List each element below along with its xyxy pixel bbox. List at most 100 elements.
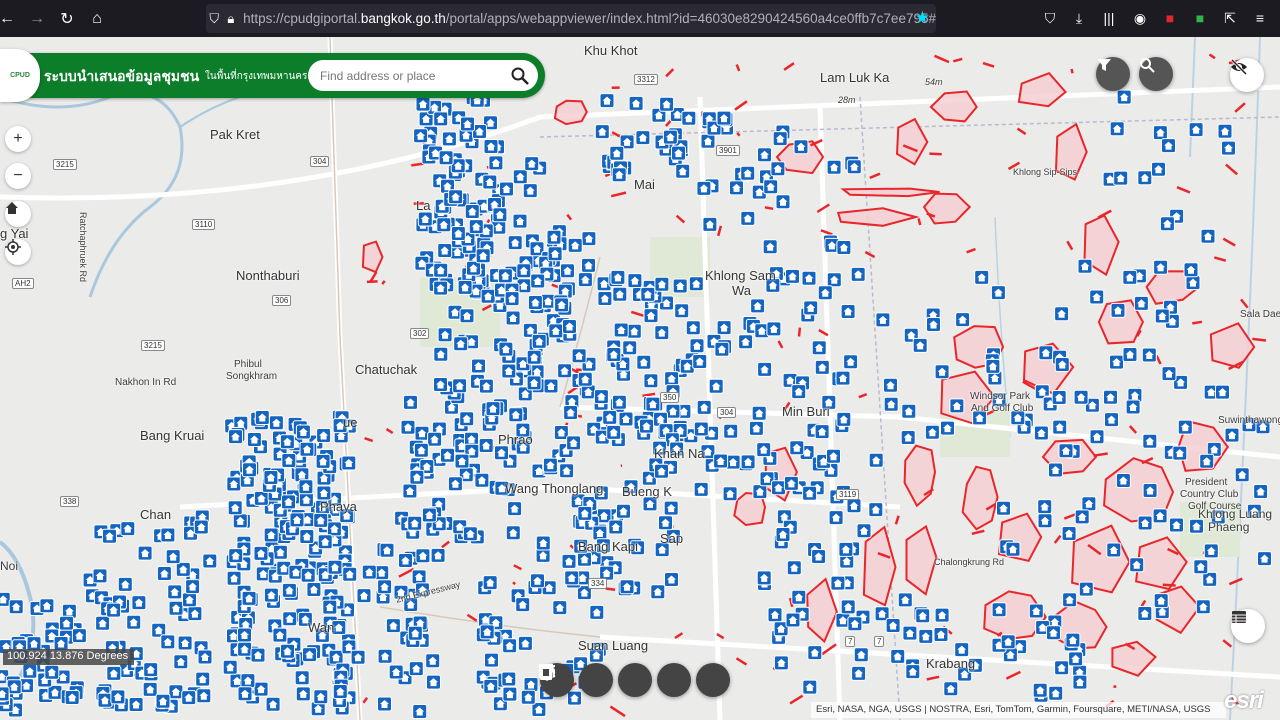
search-input[interactable] <box>320 66 505 85</box>
community-marker[interactable] <box>240 673 256 689</box>
community-marker[interactable] <box>817 285 833 301</box>
community-marker[interactable] <box>1032 682 1048 698</box>
community-marker[interactable] <box>868 502 884 518</box>
community-marker[interactable] <box>409 469 425 485</box>
community-marker[interactable] <box>1169 517 1184 533</box>
community-marker[interactable] <box>1188 122 1204 138</box>
community-marker[interactable] <box>681 110 697 126</box>
community-marker[interactable] <box>756 442 772 458</box>
community-marker[interactable] <box>613 322 629 338</box>
community-marker[interactable] <box>693 421 709 437</box>
community-marker[interactable] <box>1000 634 1016 650</box>
community-marker[interactable] <box>474 472 490 488</box>
community-marker[interactable] <box>417 211 433 227</box>
community-marker[interactable] <box>762 239 778 255</box>
community-marker[interactable] <box>182 592 197 608</box>
community-marker[interactable] <box>295 424 311 440</box>
community-marker[interactable] <box>838 541 854 557</box>
community-marker[interactable] <box>1054 357 1070 372</box>
community-marker[interactable] <box>934 364 950 380</box>
community-marker[interactable] <box>696 399 712 415</box>
community-marker[interactable] <box>716 320 732 336</box>
community-marker[interactable] <box>1137 515 1153 531</box>
community-marker[interactable] <box>71 628 87 644</box>
community-marker[interactable] <box>356 588 372 604</box>
community-marker[interactable] <box>1189 518 1204 534</box>
community-marker[interactable] <box>1028 603 1044 619</box>
community-marker[interactable] <box>491 219 507 235</box>
community-marker[interactable] <box>875 312 891 328</box>
community-marker[interactable] <box>566 435 582 451</box>
community-marker[interactable] <box>39 598 55 614</box>
community-marker[interactable] <box>156 566 172 581</box>
community-marker[interactable] <box>740 165 756 181</box>
community-marker[interactable] <box>507 501 523 517</box>
community-marker[interactable] <box>663 500 679 516</box>
community-marker[interactable] <box>117 576 133 592</box>
community-marker[interactable] <box>414 425 430 441</box>
community-marker[interactable] <box>940 420 955 436</box>
community-marker[interactable] <box>398 553 413 568</box>
community-marker[interactable] <box>520 689 536 705</box>
search-tool-button[interactable] <box>1139 57 1173 91</box>
community-marker[interactable] <box>610 269 626 285</box>
community-marker[interactable] <box>674 303 690 319</box>
community-marker[interactable] <box>361 564 377 580</box>
community-marker[interactable] <box>502 686 518 702</box>
community-marker[interactable] <box>482 174 498 190</box>
community-marker[interactable] <box>1125 399 1141 415</box>
community-marker[interactable] <box>757 147 772 163</box>
community-marker[interactable] <box>926 317 941 332</box>
community-marker[interactable] <box>246 432 262 447</box>
community-marker[interactable] <box>567 237 583 253</box>
community-marker[interactable] <box>1103 389 1118 405</box>
community-marker[interactable] <box>462 526 478 542</box>
community-marker[interactable] <box>95 615 111 631</box>
community-marker[interactable] <box>181 690 197 706</box>
community-marker[interactable] <box>241 590 257 606</box>
community-marker[interactable] <box>237 641 253 657</box>
community-marker[interactable] <box>563 405 579 420</box>
community-marker[interactable] <box>602 409 618 425</box>
community-marker[interactable] <box>1161 366 1177 382</box>
community-marker[interactable] <box>713 453 729 469</box>
community-marker[interactable] <box>524 156 540 172</box>
community-marker[interactable] <box>411 569 427 585</box>
community-marker[interactable] <box>400 419 416 435</box>
community-marker[interactable] <box>1183 262 1199 278</box>
community-marker[interactable] <box>478 378 494 394</box>
community-marker[interactable] <box>1153 259 1169 275</box>
community-marker[interactable] <box>771 480 786 496</box>
url-bar[interactable]: ⛉ 🔒︎ https://cpudgiportal.bangkok.go.th/… <box>206 4 936 33</box>
community-marker[interactable] <box>1152 125 1168 141</box>
pocket-icon[interactable]: ⛉ <box>1040 8 1060 28</box>
community-marker[interactable] <box>59 615 74 631</box>
basemap-gallery-button[interactable] <box>539 663 652 697</box>
community-marker[interactable] <box>501 671 517 687</box>
community-marker[interactable] <box>949 398 965 414</box>
community-marker[interactable] <box>263 587 279 603</box>
community-marker[interactable] <box>740 454 756 470</box>
community-marker[interactable] <box>612 286 628 302</box>
community-marker[interactable] <box>639 418 654 434</box>
community-marker[interactable] <box>807 645 823 661</box>
community-marker[interactable] <box>475 248 491 264</box>
community-marker[interactable] <box>1217 123 1233 139</box>
community-marker[interactable] <box>440 447 455 463</box>
community-marker[interactable] <box>851 665 867 681</box>
community-marker[interactable] <box>173 654 189 670</box>
community-marker[interactable] <box>722 486 738 502</box>
community-marker[interactable] <box>1005 541 1021 557</box>
community-marker[interactable] <box>106 665 122 681</box>
community-marker[interactable] <box>943 681 959 697</box>
community-marker[interactable] <box>1152 508 1168 524</box>
community-marker[interactable] <box>155 693 171 709</box>
community-marker[interactable] <box>1054 306 1070 322</box>
community-marker[interactable] <box>611 167 627 183</box>
locate-button[interactable] <box>5 239 31 265</box>
community-marker[interactable] <box>196 688 212 704</box>
community-marker[interactable] <box>427 431 443 447</box>
community-marker[interactable] <box>459 411 475 427</box>
community-marker[interactable] <box>766 321 782 337</box>
community-marker[interactable] <box>883 396 899 412</box>
